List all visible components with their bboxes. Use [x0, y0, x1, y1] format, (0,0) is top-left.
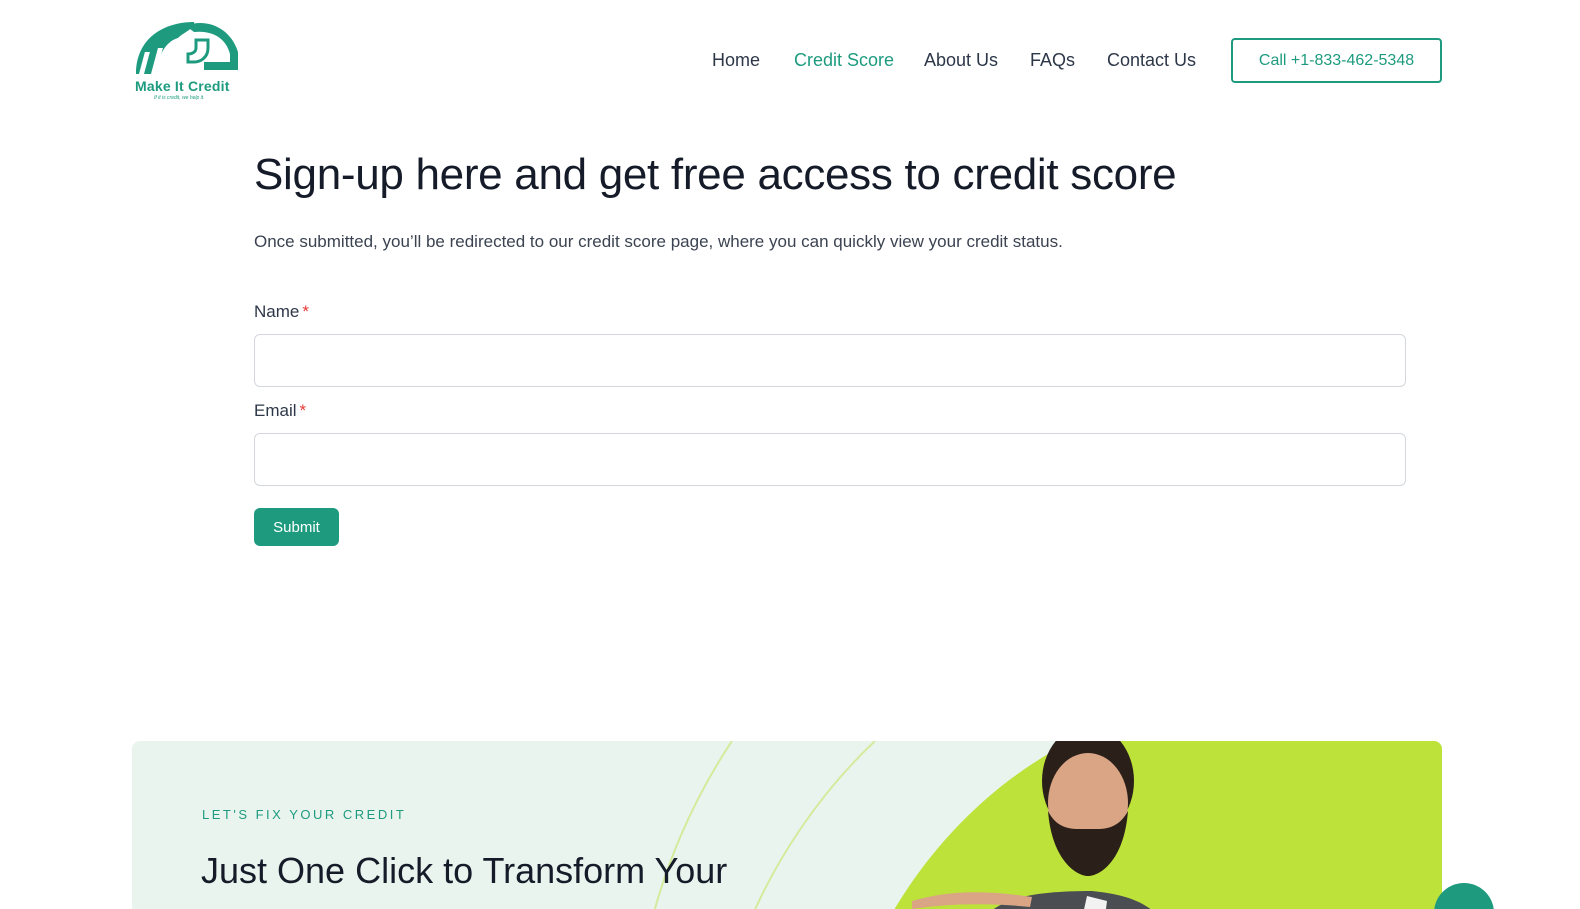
name-label: Name *	[254, 302, 309, 322]
site-header: Make It Credit If it is credit, we help …	[0, 0, 1580, 122]
submit-button[interactable]: Submit	[254, 508, 339, 546]
chat-icon[interactable]	[1434, 883, 1494, 909]
house-roof-logo-icon	[134, 22, 238, 74]
brand-name: Make It Credit	[135, 78, 230, 94]
promo-kicker: LET'S FIX YOUR CREDIT	[202, 807, 407, 822]
person-photo	[912, 741, 1151, 909]
page-subtitle: Once submitted, you’ll be redirected to …	[254, 232, 1063, 251]
nav-about-us[interactable]: About Us	[924, 50, 998, 71]
nav-home[interactable]: Home	[712, 50, 760, 71]
nav-credit-score[interactable]: Credit Score	[794, 50, 894, 71]
nav-contact-us[interactable]: Contact Us	[1107, 50, 1196, 71]
name-input[interactable]	[254, 334, 1406, 387]
email-required-mark: *	[299, 401, 307, 420]
promo-title: Just One Click to Transform Your	[201, 850, 728, 891]
name-label-text: Name	[254, 302, 300, 321]
call-button[interactable]: Call +1-833-462-5348	[1231, 38, 1442, 83]
nav-faqs[interactable]: FAQs	[1030, 50, 1075, 71]
email-label-text: Email	[254, 401, 297, 420]
page-title: Sign-up here and get free access to cred…	[254, 150, 1177, 199]
brand-tagline: If it is credit, we help it.	[154, 95, 205, 101]
brand-logo[interactable]: Make It Credit If it is credit, we help …	[134, 18, 244, 104]
email-label: Email *	[254, 401, 306, 421]
name-required-mark: *	[302, 302, 309, 321]
email-input[interactable]	[254, 433, 1406, 486]
